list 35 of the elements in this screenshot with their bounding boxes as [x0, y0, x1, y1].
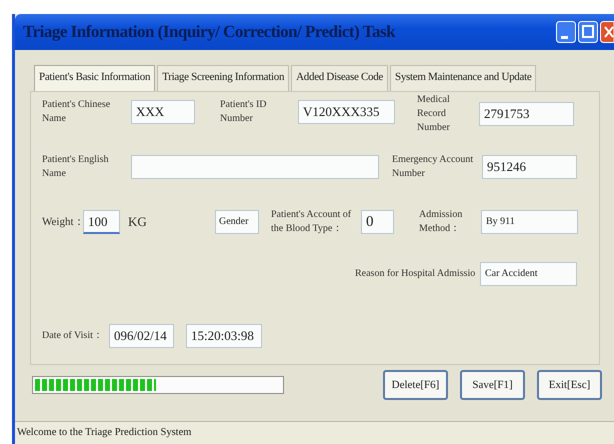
- status-bar: Welcome to the Triage Prediction System: [15, 421, 614, 444]
- field-label: Emergency Account Number: [392, 153, 474, 181]
- input-field[interactable]: 096/02/14: [109, 324, 174, 348]
- field-label: Weight：: [42, 215, 81, 229]
- field-label: Reason for Hospital Admissio: [355, 267, 476, 281]
- field-label: Patient's Chinese Name: [42, 98, 112, 126]
- field-label: Patient's Account of the Blood Type：: [271, 208, 352, 236]
- field-label: Patient's English Name: [42, 153, 110, 181]
- tab[interactable]: Added Disease Code: [291, 65, 388, 91]
- input-field[interactable]: 2791753: [479, 102, 574, 126]
- minimize-icon[interactable]: [556, 21, 576, 43]
- window-title: Triage Information (Inquiry/ Correction/ Predict) Task: [22, 22, 396, 42]
- input-field[interactable]: 15:20:03:98: [186, 324, 262, 348]
- action-button[interactable]: Save[F1]: [460, 370, 525, 400]
- input-field[interactable]: XXX: [131, 100, 195, 124]
- input-field[interactable]: 0: [361, 210, 394, 234]
- input-field[interactable]: Gender: [215, 210, 259, 234]
- tab[interactable]: Patient's Basic Information: [34, 65, 156, 91]
- action-button[interactable]: Delete[F6]: [383, 370, 448, 400]
- input-field[interactable]: 100: [83, 210, 120, 234]
- action-button[interactable]: Exit[Esc]: [537, 370, 602, 400]
- input-field[interactable]: Car Accident: [480, 262, 577, 286]
- field-label: Admission Method：: [419, 208, 464, 236]
- field-label: Patient's ID Number: [220, 98, 268, 126]
- maximize-icon[interactable]: [578, 21, 598, 43]
- close-icon[interactable]: [600, 21, 614, 43]
- input-field[interactable]: By 911: [481, 210, 578, 234]
- input-field[interactable]: 951246: [482, 155, 577, 179]
- unit-label: KG: [128, 215, 148, 229]
- input-field[interactable]: [131, 155, 379, 179]
- input-field[interactable]: V120XXX335: [298, 100, 395, 124]
- field-label: Date of Visit：: [42, 329, 104, 343]
- field-label: Medical Record Number: [417, 93, 451, 135]
- tab[interactable]: Triage Screening Information: [157, 65, 290, 91]
- tab[interactable]: System Maintenance and Update: [390, 65, 536, 91]
